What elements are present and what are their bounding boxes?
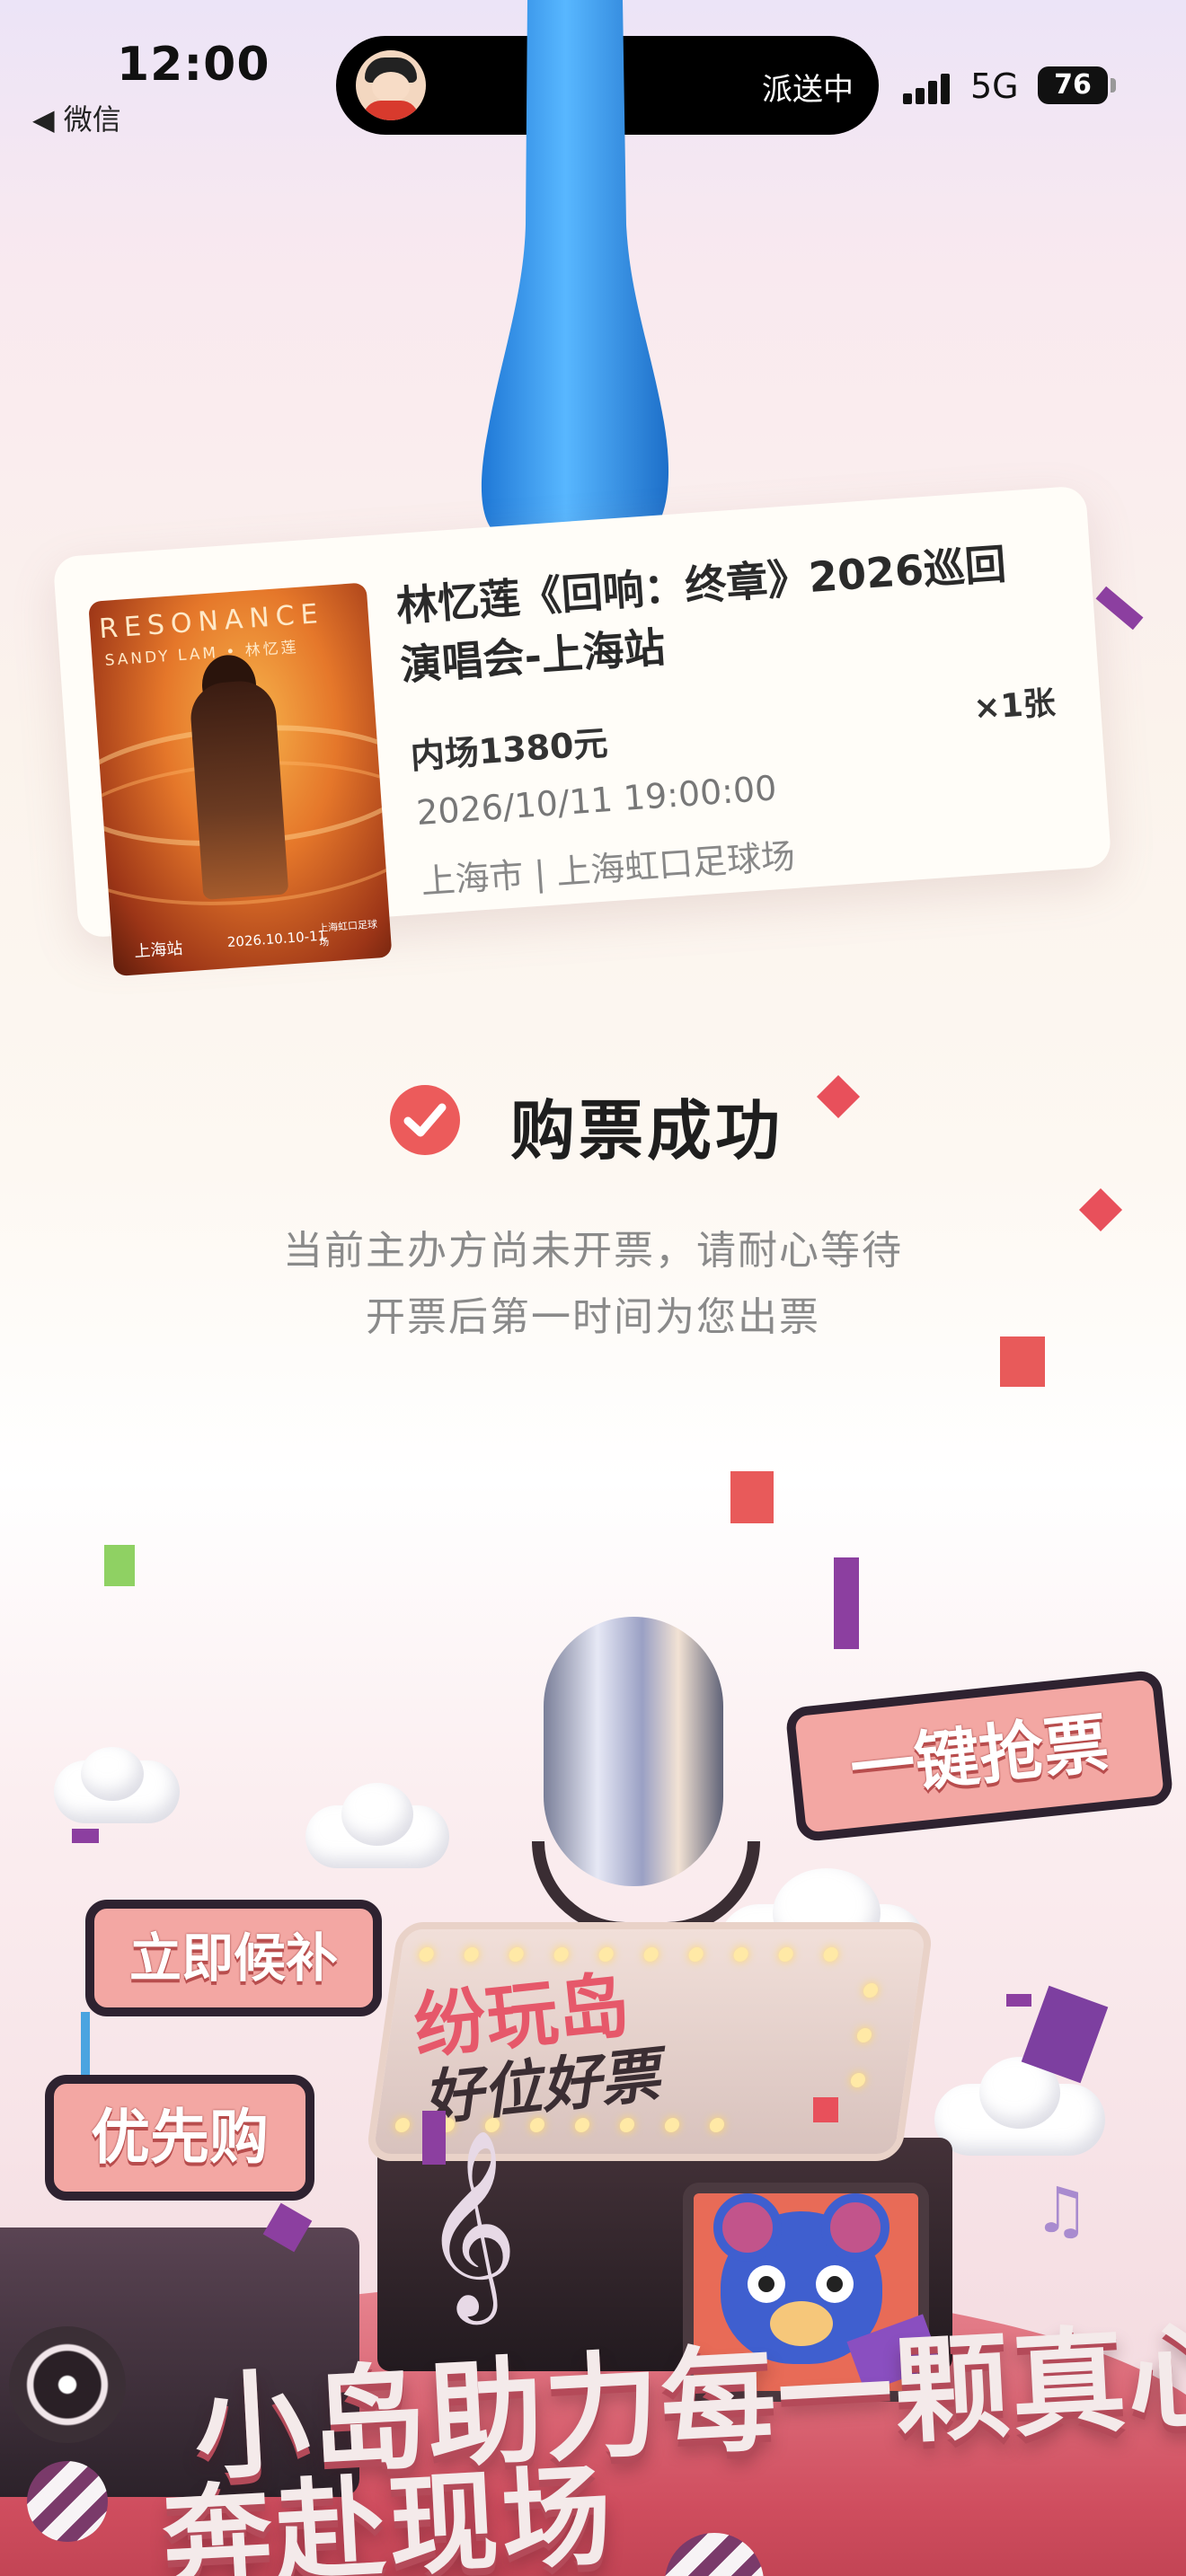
- back-to-wechat-link[interactable]: ◀ 微信: [32, 97, 121, 138]
- battery-level: 76: [1054, 69, 1092, 101]
- status-message-line2: 开票后第一时间为您出票: [366, 1294, 820, 1340]
- poster-venue: 上海虹口足球场: [317, 918, 378, 949]
- bubble-priority: 优先购: [45, 2075, 314, 2201]
- status-message-line1: 当前主办方尚未开票，请耐心等待: [283, 1228, 903, 1274]
- purchase-success-header: 购票成功: [0, 1069, 1186, 1169]
- confetti-piece: [813, 2097, 838, 2122]
- confetti-piece: [72, 1829, 99, 1843]
- battery-icon: 76: [1038, 66, 1108, 104]
- cloud-icon: [341, 1783, 413, 1846]
- live-activity-status: 派送中: [762, 72, 854, 108]
- bubble-grab-tickets: 一键抢票: [784, 1669, 1174, 1843]
- check-circle-icon: [390, 1085, 460, 1155]
- striped-ball-icon: [27, 2461, 108, 2542]
- concert-poster: RESONANCE SANDY LAM • 林忆莲 上海站 2026.10.10…: [88, 582, 393, 977]
- network-type: 5G: [970, 66, 1019, 106]
- poster-date: 2026.10.10-11: [226, 927, 327, 951]
- ticket-tier: 内场1380元: [409, 723, 609, 777]
- confetti-piece: [1095, 586, 1144, 631]
- confetti-piece: [104, 1545, 135, 1586]
- status-time: 12:00: [117, 38, 270, 92]
- courier-avatar-icon: [356, 50, 426, 120]
- blue-mascot-arm-icon: [481, 0, 669, 547]
- show-datetime: 2026/10/11 19:00:00: [414, 768, 778, 834]
- music-note-icon: ♫: [1033, 2174, 1090, 2247]
- cloud-icon: [81, 1747, 144, 1801]
- battery-tip-icon: [1111, 78, 1116, 93]
- ticket-quantity: ×1张: [972, 684, 1058, 728]
- confetti-piece: [1000, 1337, 1045, 1387]
- success-title: 购票成功: [510, 1093, 784, 1169]
- slogan-line2: 奔赴现场: [159, 2451, 618, 2576]
- ticket-card[interactable]: RESONANCE SANDY LAM • 林忆莲 上海站 2026.10.10…: [52, 485, 1112, 977]
- show-venue: 上海市 | 上海虹口足球场: [420, 835, 797, 902]
- cellular-signal-icon: [903, 72, 957, 104]
- poster-city: 上海站: [133, 939, 184, 962]
- bubble-waitlist: 立即候补: [85, 1900, 382, 2016]
- confetti-piece: [422, 2111, 446, 2165]
- concert-title: 林忆莲《回响：终章》2026巡回演唱会-上海站: [394, 539, 1008, 690]
- promo-banner[interactable]: 纷玩岛 好位好票 一键抢票 立即候补 优先购 ♫ 𝄞 小岛助力每一颗真心 奔赴现…: [0, 1599, 1186, 2576]
- confetti-piece: [1006, 1994, 1031, 2007]
- confetti-piece: [730, 1471, 774, 1523]
- confetti-piece: [81, 2012, 90, 2075]
